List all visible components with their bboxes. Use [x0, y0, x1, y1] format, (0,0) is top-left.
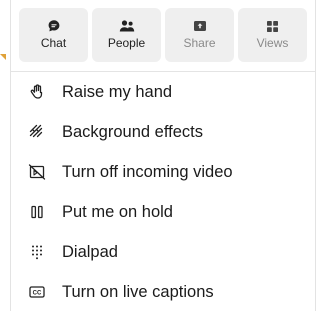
tab-chat[interactable]: Chat [19, 8, 88, 62]
menu-item-label: Raise my hand [62, 82, 173, 101]
menu-item-dialpad[interactable]: Dialpad [11, 232, 315, 272]
menu-item-label: Put me on hold [62, 202, 173, 221]
menu-items: Raise my hand Background effects Turn of… [11, 72, 315, 311]
more-actions-menu: Chat People Share Views Raise my hand Ba… [10, 0, 316, 311]
menu-item-label: Turn off incoming video [62, 162, 233, 181]
raise-hand-icon [27, 82, 47, 102]
menu-item-label: Dialpad [62, 242, 118, 261]
tab-people[interactable]: People [92, 8, 161, 62]
chat-icon [45, 19, 63, 33]
tab-views-label: Views [256, 36, 289, 50]
dialpad-icon [27, 242, 47, 262]
menu-item-put-me-on-hold[interactable]: Put me on hold [11, 192, 315, 232]
share-icon [191, 19, 209, 33]
menu-item-label: Background effects [62, 122, 203, 141]
video-off-icon [27, 162, 47, 182]
people-icon [118, 19, 136, 33]
menu-item-label: Turn on live captions [62, 282, 214, 301]
tab-bar: Chat People Share Views [11, 0, 315, 72]
views-icon [264, 19, 282, 33]
tab-chat-label: Chat [40, 36, 67, 50]
tab-share[interactable]: Share [165, 8, 234, 62]
menu-item-turn-off-incoming-video[interactable]: Turn off incoming video [11, 152, 315, 192]
menu-pointer-icon [0, 54, 6, 60]
menu-item-raise-hand[interactable]: Raise my hand [11, 72, 315, 112]
tab-people-label: People [107, 36, 146, 50]
pause-icon [27, 202, 47, 222]
background-effects-icon [27, 122, 47, 142]
menu-item-live-captions[interactable]: CC Turn on live captions [11, 272, 315, 311]
tab-views[interactable]: Views [238, 8, 307, 62]
captions-icon: CC [27, 282, 47, 302]
app-stage: Chat People Share Views Raise my hand Ba… [0, 0, 318, 311]
menu-item-background-effects[interactable]: Background effects [11, 112, 315, 152]
svg-text:CC: CC [33, 291, 42, 297]
tab-share-label: Share [183, 36, 216, 50]
